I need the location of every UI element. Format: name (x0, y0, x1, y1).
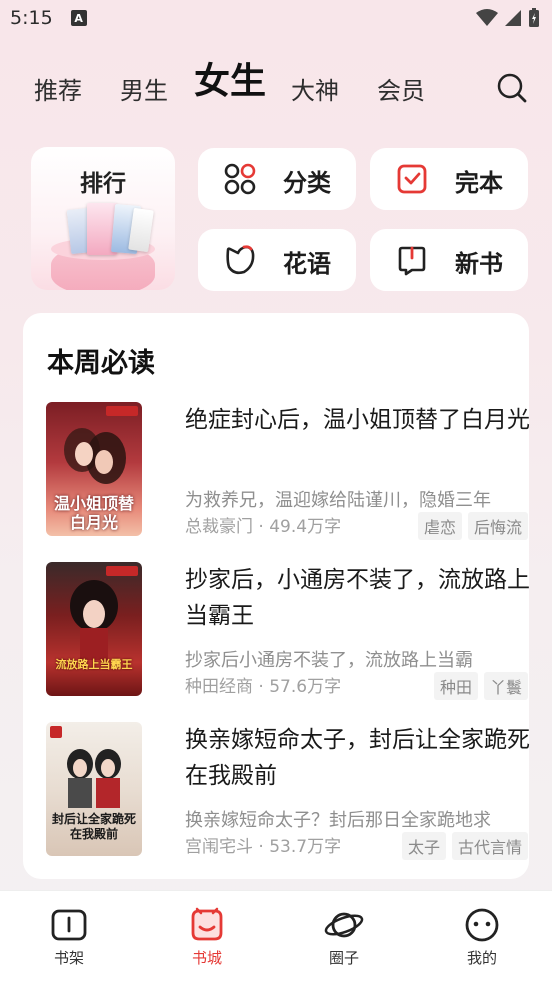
signal-icon (505, 10, 521, 26)
new-books-button[interactable]: 新书 (370, 229, 528, 291)
book-tag[interactable]: 后悔流 (467, 512, 528, 540)
book-meta: 总裁豪门 · 49.4万字 (185, 517, 342, 537)
battery-icon (529, 8, 539, 27)
category-label: 分类 (283, 169, 331, 197)
bookstore-icon (191, 907, 223, 941)
nav-label: 圈子 (328, 949, 359, 967)
nav-label: 书城 (191, 949, 222, 967)
cover-title: 温小姐顶替白月光 (53, 494, 134, 532)
nav-circle[interactable]: 圈子 (304, 907, 384, 968)
book-tag[interactable]: 种田 (433, 672, 478, 700)
cover-art (70, 566, 138, 660)
complete-book-icon (397, 164, 427, 194)
complete-books-button[interactable]: 完本 (370, 148, 528, 210)
book-cover[interactable]: 温小姐顶替白月光 (46, 402, 142, 536)
huayu-label: 花语 (283, 250, 331, 278)
tab-master[interactable]: 大神 (291, 71, 339, 106)
section-title: 本周必读 (47, 348, 155, 379)
planet-icon (324, 912, 364, 938)
book-tags: 虐恋 后悔流 (417, 512, 528, 540)
book-title: 换亲嫁短命太子，封后让全家跪死在我殿前 (185, 727, 530, 789)
book-title: 抄家后，小通房不装了，流放路上当霸王 (185, 567, 530, 629)
category-button[interactable]: 分类 (198, 148, 356, 210)
bottom-navigation: 书架 书城 圈子 我的 (0, 890, 552, 983)
nav-label: 书架 (53, 949, 84, 967)
tab-male[interactable]: 男生 (120, 71, 168, 106)
cover-title: 封后让全家跪死在我殿前 (51, 812, 136, 841)
book-item[interactable]: 流放路上当霸王 抄家后，小通房不装了，流放路上当霸王 抄家后小通房不装了，流放路… (46, 562, 530, 700)
category-icon (224, 163, 256, 195)
book-meta: 种田经商 · 57.6万字 (185, 677, 342, 697)
ranking-card[interactable]: 排行 (31, 147, 175, 290)
new-books-label: 新书 (455, 250, 503, 278)
book-tag[interactable]: 古代言情 (451, 832, 528, 860)
book-item[interactable]: 温小姐顶替白月光 绝症封心后，温小姐顶替了白月光 为救养兄，温迎嫁给陆谨川，隐婚… (46, 402, 530, 540)
book-description: 为救养兄，温迎嫁给陆谨川，隐婚三年 (185, 490, 491, 511)
complete-books-label: 完本 (455, 169, 503, 197)
nav-bookstore[interactable]: 书城 (167, 907, 247, 968)
book-cover[interactable]: 流放路上当霸王 (46, 562, 142, 696)
new-book-icon (398, 246, 426, 276)
huayu-button[interactable]: 花语 (198, 229, 356, 291)
status-time: 5:15 (10, 7, 53, 29)
nav-me[interactable]: 我的 (442, 907, 522, 968)
tab-vip[interactable]: 会员 (377, 71, 425, 106)
profile-face-icon (465, 908, 499, 942)
cover-title: 流放路上当霸王 (55, 658, 133, 671)
book-tag[interactable]: 太子 (401, 832, 446, 860)
bookshelf-icon (51, 909, 87, 941)
weekly-must-read-section: 本周必读 温小姐顶替白月光 绝症封心后，温小姐顶替了白月光 为救养兄，温迎嫁给陆… (23, 313, 530, 879)
book-title: 绝症封心后，温小姐顶替了白月光 (185, 407, 530, 433)
book-item[interactable]: 封后让全家跪死在我殿前 换亲嫁短命太子，封后让全家跪死在我殿前 换亲嫁短命太子？… (46, 722, 530, 860)
search-icon[interactable] (496, 72, 528, 104)
nav-label: 我的 (466, 949, 497, 967)
book-tags: 太子 古代言情 (401, 832, 528, 860)
book-cover[interactable]: 封后让全家跪死在我殿前 (46, 722, 142, 856)
notification-icon: A (70, 10, 87, 26)
category-tabs: 推荐 男生 女生 大神 会员 (0, 58, 552, 118)
status-bar: 5:15 A (0, 0, 552, 36)
book-description: 换亲嫁短命太子？封后那日全家跪地求 (185, 810, 491, 831)
tab-female[interactable]: 女生 (194, 52, 266, 104)
book-tags: 种田 丫鬟 (433, 672, 528, 700)
ranking-title: 排行 (80, 171, 126, 197)
book-meta: 宫闱宅斗 · 53.7万字 (185, 837, 342, 857)
book-tag[interactable]: 丫鬟 (483, 672, 528, 700)
book-tag[interactable]: 虐恋 (417, 512, 462, 540)
flower-icon (226, 245, 255, 275)
book-description: 抄家后小通房不装了，流放路上当霸 (185, 650, 473, 671)
tab-recommend[interactable]: 推荐 (34, 71, 82, 106)
nav-bookshelf[interactable]: 书架 (29, 907, 109, 968)
wifi-icon (476, 9, 498, 26)
